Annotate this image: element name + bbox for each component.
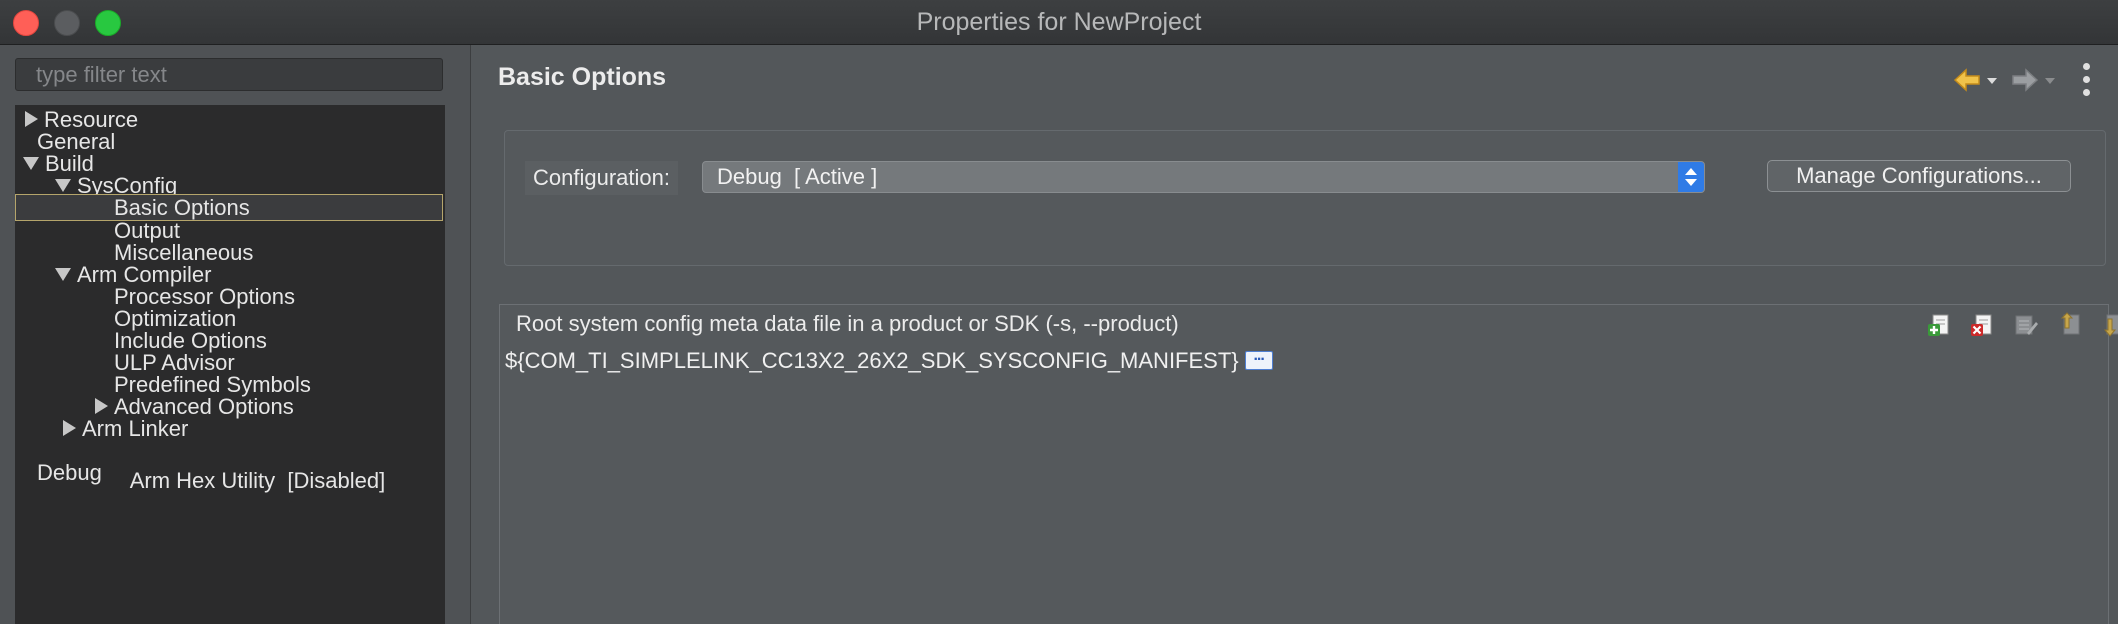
expand-arrow-icon[interactable]: [25, 111, 38, 128]
filter-input[interactable]: [15, 58, 443, 91]
expand-arrow-icon[interactable]: [95, 398, 108, 415]
title-bar: Properties for NewProject: [0, 0, 2118, 45]
tree-item-basic-options[interactable]: Basic Options: [15, 194, 443, 221]
manage-configurations-button[interactable]: Manage Configurations...: [1767, 160, 2071, 192]
properties-window: Properties for NewProject Resource Gener…: [0, 0, 2118, 624]
expand-arrow-icon[interactable]: [63, 420, 76, 437]
browse-ellipsis-icon[interactable]: ...: [1244, 347, 1273, 370]
forward-history-dropdown-icon[interactable]: [2044, 75, 2056, 87]
collapse-arrow-icon[interactable]: [55, 178, 71, 192]
select-stepper-icon[interactable]: [1678, 162, 1704, 192]
sidebar: Resource General Build SysConfig Basic O…: [0, 45, 471, 624]
collapse-arrow-icon[interactable]: [55, 267, 71, 281]
configuration-label: Configuration:: [525, 161, 678, 195]
add-icon[interactable]: [1927, 312, 1953, 338]
product-list-item[interactable]: ${COM_TI_SIMPLELINK_CC13X2_26X2_SDK_SYSC…: [505, 347, 1273, 374]
move-down-icon[interactable]: [2099, 312, 2118, 338]
edit-icon[interactable]: [2013, 312, 2039, 338]
configuration-group: Configuration: Debug [ Active ] Manage C…: [504, 130, 2106, 266]
back-history-dropdown-icon[interactable]: [1986, 75, 1998, 87]
move-up-icon[interactable]: [2056, 312, 2082, 338]
tree-item-arm-hex-utility[interactable]: Arm Hex Utility [Disabled]: [82, 436, 386, 493]
vertical-ellipsis-icon[interactable]: [2080, 63, 2094, 97]
collapse-arrow-icon[interactable]: [23, 156, 39, 170]
configuration-select[interactable]: Debug [ Active ]: [702, 161, 1705, 193]
product-list-group: Root system config meta data file in a p…: [499, 304, 2118, 624]
content-pane: Basic Options Configuration: Debug [ Act…: [472, 45, 2118, 624]
product-value-text: ${COM_TI_SIMPLELINK_CC13X2_26X2_SDK_SYSC…: [505, 348, 1239, 373]
tree-item-debug[interactable]: Debug: [37, 458, 102, 488]
page-title: Basic Options: [498, 63, 667, 91]
product-option-label: Root system config meta data file in a p…: [516, 311, 1179, 336]
arrow-left-icon[interactable]: [1952, 65, 1982, 95]
arrow-right-icon[interactable]: [2010, 65, 2040, 95]
properties-tree: Resource General Build SysConfig Basic O…: [15, 105, 445, 624]
configuration-selected-value: Debug [ Active ]: [717, 164, 878, 189]
window-title: Properties for NewProject: [916, 8, 1202, 36]
delete-icon[interactable]: [1970, 312, 1996, 338]
